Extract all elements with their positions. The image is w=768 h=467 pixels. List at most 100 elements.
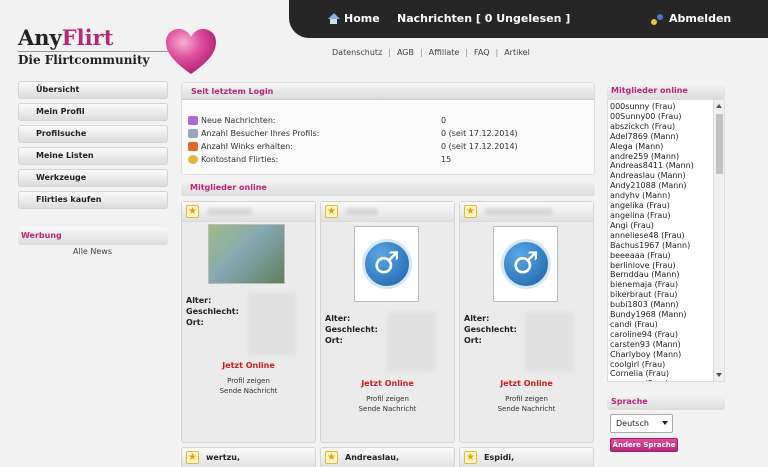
member-list-item[interactable]: anneliese48 (Frau) [610,231,694,241]
member-list-item[interactable]: angelina (Frau) [610,211,694,221]
menu-item-profilsuche[interactable]: Profilsuche [18,125,168,143]
member-list-item[interactable]: bubi1803 (Mann) [610,300,694,310]
online-status: Jetzt Online [500,379,553,388]
alter-label: Alter: [186,296,212,305]
member-list-item[interactable]: candi (Frau) [610,320,694,330]
home-link[interactable]: Home [327,12,380,25]
blurred-details [248,294,296,354]
online-members-list[interactable]: 000sunny (Frau) 00Sunny00 (Frau) abszickch… [607,99,725,382]
member-avatar[interactable] [354,226,419,302]
member-name[interactable]: Andreaslau, [345,453,399,462]
scroll-thumb[interactable] [716,114,723,174]
scroll-up-icon[interactable] [716,104,722,108]
link-artikel[interactable]: Artikel [504,48,530,57]
member-list-item[interactable]: Charlyboy (Mann) [610,350,694,360]
send-message-link[interactable]: Sende Nachricht [182,386,315,396]
member-list-item[interactable]: carsten93 (Mann) [610,340,694,350]
member-list-item[interactable]: Cornelia (Frau) [610,369,694,379]
link-datenschutz[interactable]: Datenschutz [332,48,382,57]
menu-item-meine-listen[interactable]: Meine Listen [18,147,168,165]
member-list-item[interactable]: Alega (Mann) [610,142,694,152]
menu-item-mein-profil[interactable]: Mein Profil [18,103,168,121]
heart-logo-icon [166,29,216,74]
member-list-item[interactable]: 00Sunny00 (Frau) [610,112,694,122]
member-avatar[interactable] [493,226,558,302]
stat-value: 0 [441,116,447,125]
member-list-item[interactable]: Bundy1968 (Mann) [610,310,694,320]
star-icon[interactable]: ★ [325,451,338,464]
member-list-item[interactable]: bienemaja (Frau) [610,280,694,290]
star-icon[interactable]: ★ [186,205,199,218]
member-list-item[interactable]: andre259 (Mann) [610,152,694,162]
member-list-item[interactable]: coolgirl (Frau) [610,360,694,370]
link-agb[interactable]: AGB [397,48,414,57]
member-name[interactable]: wertzu, [206,453,240,462]
left-menu: Übersicht Mein Profil Profilsuche Meine … [18,81,168,213]
member-list-item[interactable]: caroline94 (Frau) [610,330,694,340]
menu-item-flirties-kaufen[interactable]: Flirties kaufen [18,191,168,209]
menu-item-uebersicht[interactable]: Übersicht [18,81,168,99]
stat-label: Kontostand Flirties: [201,155,279,164]
messages-link[interactable]: Nachrichten [ 0 Ungelesen ] [397,12,570,25]
change-language-button[interactable]: Ändere Sprache [610,438,678,452]
link-separator: | [388,48,391,57]
wink-icon [188,142,198,151]
member-card: ★ Alter: Geschlecht: Ort: Jetzt Online P… [181,201,316,443]
member-list-item[interactable]: berlinlove (Frau) [610,261,694,271]
member-list-item[interactable]: Angi (Frau) [610,221,694,231]
member-card: ★ Espidi, [459,447,594,467]
blurred-details [387,312,435,372]
star-icon[interactable]: ★ [325,205,338,218]
send-message-link[interactable]: Sende Nachricht [321,404,454,414]
geschlecht-label: Geschlecht: [325,325,378,334]
member-list-item[interactable]: angelika (Frau) [610,201,694,211]
member-name[interactable]: Espidi, [484,453,514,462]
send-message-link[interactable]: Sende Nachricht [460,404,593,414]
all-news-link[interactable]: Alle News [73,247,112,256]
member-list-item[interactable]: craaaaa (Frau) [610,379,694,381]
member-photo[interactable] [208,224,285,284]
star-icon[interactable]: ★ [186,451,199,464]
logo-tagline: Die Flirtcommunity [18,53,150,67]
stat-value: 0 (seit 17.12.2014) [441,129,518,138]
member-list-item[interactable]: Bachus1967 (Mann) [610,241,694,251]
male-symbol-icon [500,239,551,289]
list-scrollbar[interactable] [713,100,724,381]
member-list-item[interactable]: bikerbraut (Frau) [610,290,694,300]
blurred-details [526,312,574,372]
link-affiliate[interactable]: Affiliate [429,48,460,57]
profile-link[interactable]: Profil zeigen [182,376,315,386]
member-list-item[interactable]: Andreaslau (Mann) [610,171,694,181]
link-separator: | [419,48,423,57]
member-list-item[interactable]: beeeaaa (Frau) [610,251,694,261]
card-header: ★ [460,202,593,222]
panel-title: Seit letztem Login [182,83,594,100]
star-icon[interactable]: ★ [464,451,477,464]
member-list-item[interactable]: andyhv (Mann) [610,191,694,201]
profile-link[interactable]: Profil zeigen [321,394,454,404]
member-list-item[interactable]: Bernddau (Mann) [610,270,694,280]
star-icon[interactable]: ★ [464,205,477,218]
language-selected: Deutsch [616,419,649,428]
language-select[interactable]: Deutsch [610,414,673,433]
link-separator: | [465,48,468,57]
link-faq[interactable]: FAQ [474,48,490,57]
menu-item-werkzeuge[interactable]: Werkzeuge [18,169,168,187]
geschlecht-label: Geschlecht: [464,325,517,334]
blurred-username [485,208,553,216]
stat-label: Neue Nachrichten: [201,116,276,125]
member-list-item[interactable]: Adel7869 (Mann) [610,132,694,142]
member-list-rows: 000sunny (Frau) 00Sunny00 (Frau) abszickch… [610,102,694,381]
since-last-login-panel: Seit letztem Login Neue Nachrichten: 0 A… [181,82,595,175]
envelope-icon [188,116,198,125]
logout-link[interactable]: Abmelden [651,12,731,25]
card-links: Profil zeigen Sende Nachricht [182,376,315,396]
member-list-item[interactable]: abszickch (Frau) [610,122,694,132]
werbung-title: Werbung [21,231,62,240]
stat-row-visitors: Anzahl Besucher Ihres Profils: [188,129,319,138]
member-list-item[interactable]: Andy21088 (Mann) [610,181,694,191]
profile-link[interactable]: Profil zeigen [460,394,593,404]
member-list-item[interactable]: Andreas8411 (Mann) [610,161,694,171]
member-list-item[interactable]: 000sunny (Frau) [610,102,694,112]
scroll-down-icon[interactable] [716,373,722,377]
